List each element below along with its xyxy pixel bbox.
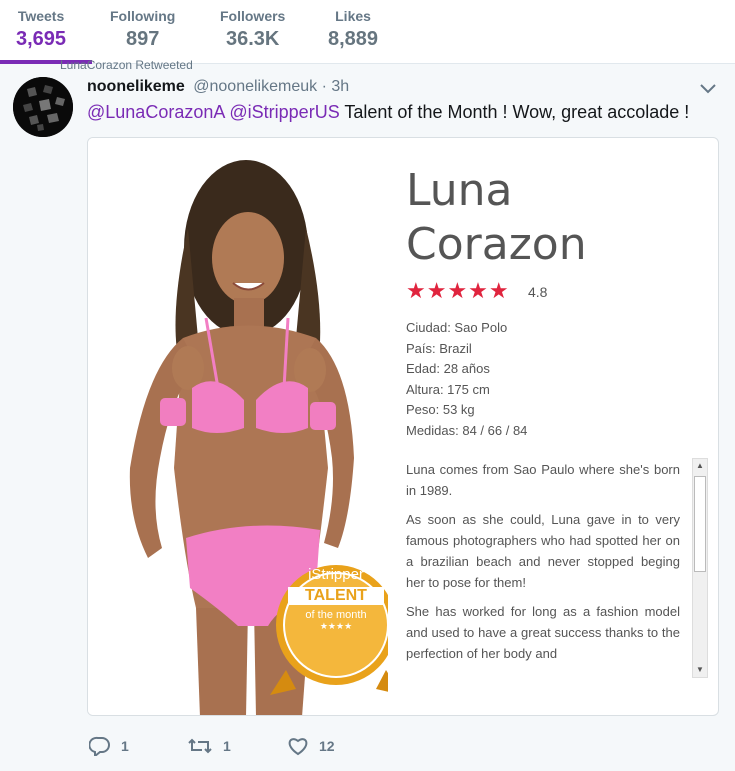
stat-value: 897	[125, 28, 160, 50]
heart-icon	[288, 738, 308, 756]
reply-count: 1	[121, 738, 129, 754]
display-name[interactable]: noonelikeme	[87, 78, 185, 95]
mention-link[interactable]: @LunaCorazonA	[87, 102, 224, 122]
timestamp[interactable]: 3h	[331, 78, 349, 95]
detail-country: País: Brazil	[406, 340, 472, 356]
model-photo: iStripper TALENT of the month ★★★★	[88, 138, 402, 715]
tweet[interactable]: LunaCorazon Retweeted noonelikeme @noone…	[0, 58, 735, 771]
profile-details: Ciudad: Sao Polo País: Brazil Edad: 28 a…	[406, 318, 527, 441]
avatar[interactable]	[13, 77, 73, 137]
detail-weight: Peso: 53 kg	[406, 402, 475, 417]
reply-icon	[89, 736, 110, 756]
bio-paragraph: She has worked for long as a fashion mod…	[406, 604, 680, 661]
star-rating: ★★★★★	[406, 278, 510, 303]
retweet-button[interactable]: 1	[187, 736, 231, 756]
stat-value: 3,695	[16, 28, 67, 50]
stat-label: Following	[110, 8, 176, 24]
retweet-icon	[188, 738, 212, 754]
separator: ·	[321, 78, 327, 95]
stat-following[interactable]: Following 897	[110, 8, 175, 51]
detail-age: Edad: 28 años	[406, 361, 490, 376]
profile-stats-bar: Tweets 3,695 Following 897 Followers 36.…	[0, 0, 735, 64]
bio-scrollbar[interactable]: ▲ ▼	[692, 458, 708, 678]
badge-title: TALENT	[288, 587, 384, 605]
stat-label: Followers	[220, 8, 286, 24]
media-card[interactable]: iStripper TALENT of the month ★★★★ Luna …	[87, 137, 719, 716]
stat-label: Tweets	[17, 8, 65, 24]
profile-name: Luna Corazon	[406, 164, 587, 272]
bio-paragraph: Luna comes from Sao Paulo where she's bo…	[406, 462, 680, 498]
mention-link[interactable]: @iStripperUS	[229, 102, 339, 122]
badge-stars: ★★★★	[319, 621, 353, 631]
profile-name-last: Corazon	[406, 219, 587, 270]
retweet-context: LunaCorazon Retweeted	[60, 58, 193, 70]
profile-name-first: Luna	[406, 165, 513, 216]
stat-followers[interactable]: Followers 36.3K	[220, 8, 285, 51]
scroll-up-icon[interactable]: ▲	[695, 461, 705, 471]
badge-subtitle: of the month	[305, 609, 367, 621]
scroll-thumb[interactable]	[694, 476, 706, 572]
rating-value: 4.8	[528, 284, 548, 300]
tweet-actions: 1 1 12	[87, 736, 387, 760]
detail-city: Ciudad: Sao Polo	[406, 320, 508, 335]
detail-height: Altura: 175 cm	[406, 381, 490, 397]
badge-brand: iStripper	[308, 566, 364, 583]
reply-button[interactable]: 1	[89, 736, 129, 756]
detail-measurements: Medidas: 84 / 66 / 84	[406, 422, 528, 438]
talent-badge: iStripper TALENT of the month ★★★★	[276, 566, 396, 632]
tweet-header: noonelikeme @noonelikemeuk · 3h	[87, 78, 349, 96]
tweet-body: Talent of the Month ! Wow, great accolad…	[344, 102, 690, 122]
like-button[interactable]: 12	[287, 736, 335, 756]
chevron-down-icon[interactable]	[698, 82, 718, 96]
retweet-count: 1	[223, 738, 231, 754]
stat-likes[interactable]: Likes 8,889	[328, 8, 378, 51]
stat-value: 36.3K	[225, 28, 280, 50]
stat-value: 8,889	[328, 28, 379, 50]
like-count: 12	[319, 738, 335, 754]
tweet-text: @LunaCorazonA @iStripperUS Talent of the…	[87, 102, 689, 123]
stat-label: Likes	[335, 8, 371, 24]
scroll-down-icon[interactable]: ▼	[695, 665, 705, 675]
bio-text: Luna comes from Sao Paulo where she's bo…	[406, 460, 680, 678]
bio-paragraph: As soon as she could, Luna gave in to ve…	[406, 512, 680, 590]
handle[interactable]: @noonelikemeuk	[193, 78, 317, 95]
retweet-context-text: LunaCorazon Retweeted	[60, 58, 193, 70]
stat-tweets[interactable]: Tweets 3,695	[16, 8, 66, 51]
